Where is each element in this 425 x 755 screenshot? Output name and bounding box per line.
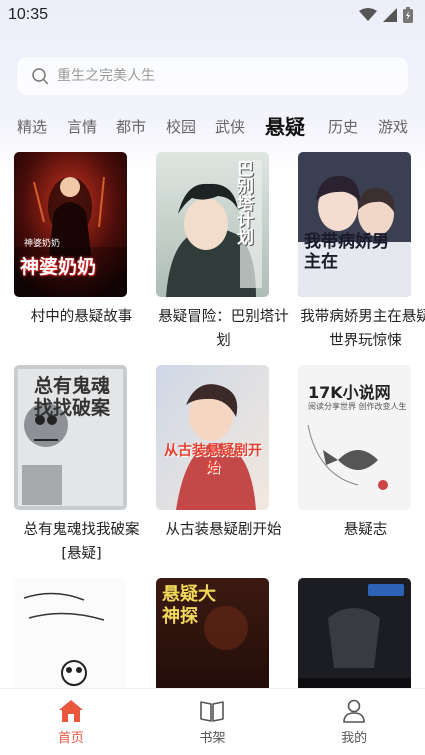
book-card[interactable]: 从古装悬疑剧开始 从古装悬疑剧开始 xyxy=(156,365,286,542)
tab-youxi[interactable]: 游戏 xyxy=(378,116,408,137)
tab-lishi[interactable]: 历史 xyxy=(328,116,358,137)
tab-xuanyi[interactable]: 悬疑 xyxy=(265,111,305,140)
nav-home[interactable]: 首页 xyxy=(31,699,111,746)
bookshelf-icon xyxy=(200,700,225,722)
cover-title: 巴别塔计划 xyxy=(233,160,253,245)
nav-bookshelf[interactable]: 书架 xyxy=(172,699,252,746)
nav-home-label: 首页 xyxy=(57,730,84,746)
cover-title: 我带病娇男主在 xyxy=(304,232,389,272)
book-cover[interactable]: 我带病娇男主在 xyxy=(298,152,411,297)
book-card[interactable]: 17K小说网 阅读分享世界 创作改变人生 悬疑志 xyxy=(298,365,425,542)
search-bar[interactable] xyxy=(17,57,408,95)
book-cover[interactable]: 巴别塔计划 xyxy=(156,152,269,297)
nav-profile-label: 我的 xyxy=(341,730,368,746)
home-icon xyxy=(58,699,83,722)
cover-subtitle: 阅读分享世界 创作改变人生 xyxy=(308,402,407,411)
signal-icon xyxy=(383,8,397,22)
nav-profile[interactable]: 我的 xyxy=(314,699,394,746)
tab-jingxuan[interactable]: 精选 xyxy=(17,116,47,137)
status-bar: 10:35 xyxy=(0,0,425,30)
book-title[interactable]: 悬疑冒险：巴别塔计划 xyxy=(156,305,291,353)
book-cover[interactable]: 神婆奶奶 神婆奶奶 xyxy=(14,152,127,297)
category-tabs: 精选 言情 都市 校园 武侠 悬疑 历史 游戏 xyxy=(0,108,425,144)
nav-bookshelf-label: 书架 xyxy=(199,730,226,746)
wifi-icon xyxy=(359,8,377,21)
book-card[interactable]: 巴别塔计划 悬疑冒险：巴别塔计划 xyxy=(156,152,289,353)
status-icons xyxy=(359,7,413,23)
book-title[interactable]: 总有鬼魂找我破案[悬疑] xyxy=(14,518,149,566)
tab-yanqing[interactable]: 言情 xyxy=(67,116,97,137)
book-card[interactable]: 总有鬼魂找找破案 总有鬼魂找我破案[悬疑] xyxy=(14,365,144,566)
cover-title: 神婆奶奶 xyxy=(20,256,97,278)
battery-icon xyxy=(403,7,413,23)
book-cover[interactable]: 17K小说网 阅读分享世界 创作改变人生 xyxy=(298,365,411,510)
book-title[interactable]: 从古装悬疑剧开始 xyxy=(156,518,291,542)
book-cover[interactable]: 从古装悬疑剧开始 xyxy=(156,365,269,510)
tab-dushi[interactable]: 都市 xyxy=(116,116,146,137)
bottom-nav: 首页 书架 我的 xyxy=(0,688,425,755)
book-cover[interactable]: 总有鬼魂找找破案 xyxy=(14,365,127,510)
book-title[interactable]: 村中的悬疑故事 xyxy=(14,305,149,329)
tab-wuxia[interactable]: 武侠 xyxy=(215,116,245,137)
cover-title: 从古装悬疑剧开始 xyxy=(164,443,262,476)
cover-title: 总有鬼魂找找破案 xyxy=(34,375,111,419)
book-card[interactable]: 神婆奶奶 神婆奶奶 村中的悬疑故事 xyxy=(14,152,144,329)
book-title[interactable]: 悬疑志 xyxy=(298,518,425,542)
search-icon xyxy=(32,68,49,85)
tab-xiaoyuan[interactable]: 校园 xyxy=(166,116,196,137)
book-title[interactable]: 我带病娇男主在悬疑世界玩惊悚 xyxy=(298,305,425,353)
status-time: 10:35 xyxy=(8,6,49,23)
cover-title: 悬疑大神探 xyxy=(162,584,216,627)
book-card[interactable]: 我带病娇男主在 我带病娇男主在悬疑世界玩惊悚 xyxy=(298,152,425,353)
cover-title: 17K小说网 xyxy=(308,383,391,402)
profile-icon xyxy=(343,699,365,723)
search-input[interactable] xyxy=(57,68,377,84)
cover-subtitle: 神婆奶奶 xyxy=(24,239,61,249)
